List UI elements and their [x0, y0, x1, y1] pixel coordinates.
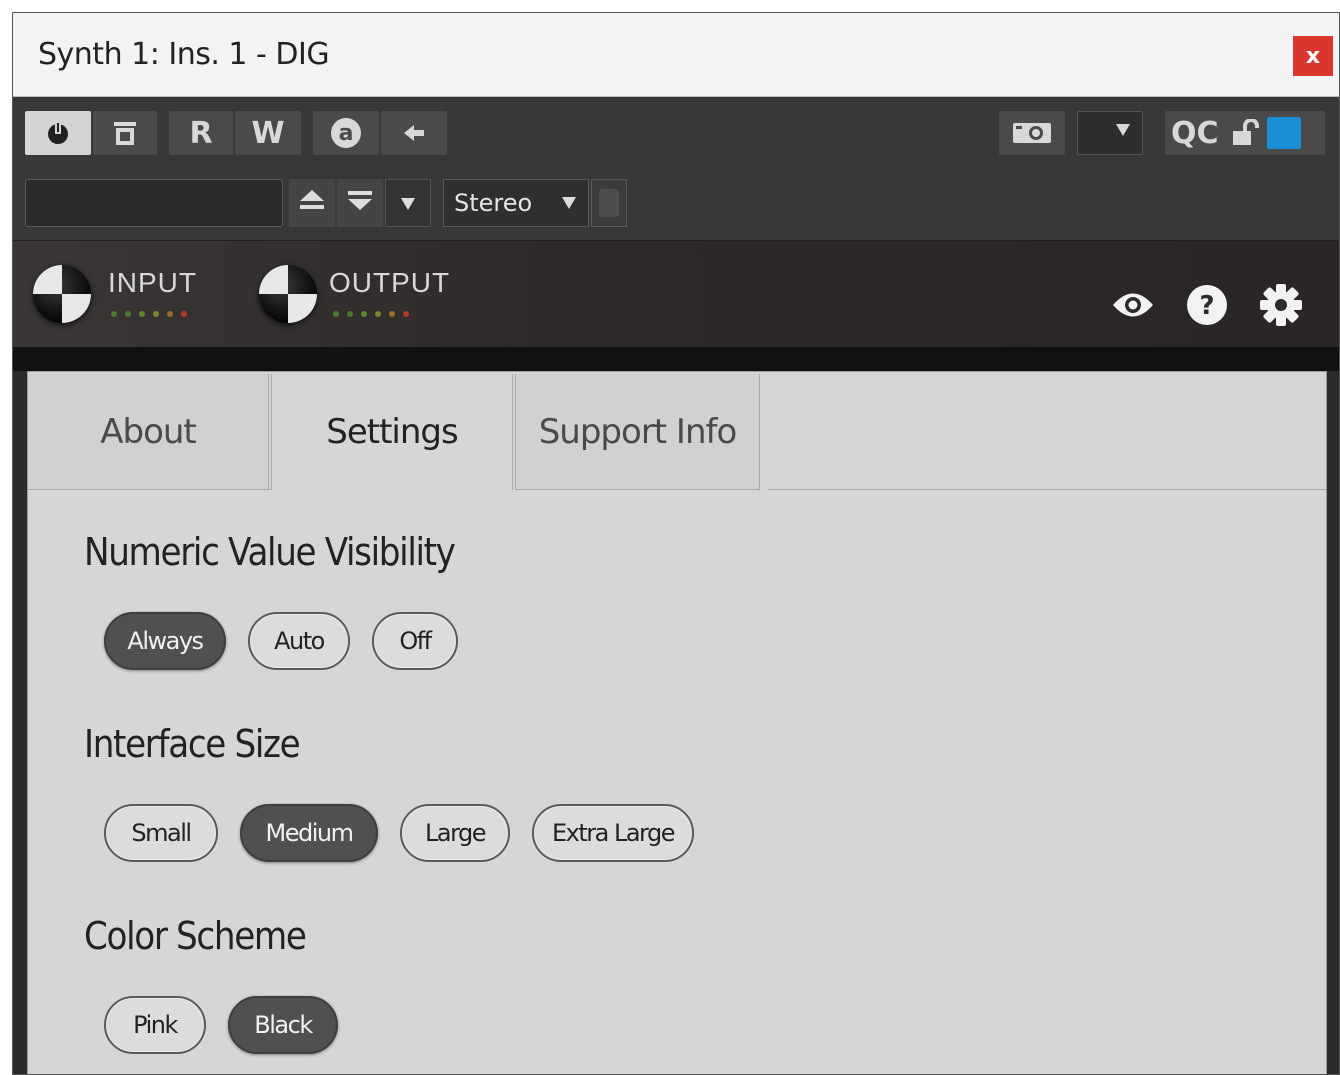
arrow-left-icon: [402, 123, 426, 143]
arrow-down-icon: [346, 188, 374, 219]
arrow-up-icon: [298, 188, 326, 219]
tab-support-info[interactable]: Support Info: [516, 374, 760, 490]
bypass-button[interactable]: [93, 111, 157, 155]
close-button[interactable]: x: [1293, 36, 1333, 76]
preset-dropdown-button[interactable]: [1077, 111, 1143, 155]
chevron-down-icon: [1116, 124, 1130, 136]
size-large-option[interactable]: Large: [400, 804, 510, 862]
preset-name-field[interactable]: [25, 179, 283, 227]
camera-icon: [1012, 121, 1052, 145]
chevron-down-icon: [401, 189, 415, 217]
host-toolbar: R W a QC Stereo: [13, 97, 1339, 241]
gear-icon[interactable]: [1257, 281, 1305, 329]
meter-led: [125, 311, 131, 317]
tab-bar-rule: [768, 489, 1326, 490]
meter-led: [389, 311, 395, 317]
interface-size-title: Interface Size: [84, 722, 301, 766]
automation-button[interactable]: a: [313, 111, 379, 155]
meter-led: [167, 311, 173, 317]
meter-led: [403, 311, 409, 317]
output-mode-label: Stereo: [454, 189, 533, 217]
eye-icon[interactable]: [1109, 281, 1157, 329]
numeric-auto-option[interactable]: Auto: [248, 612, 350, 670]
meter-led: [181, 311, 187, 317]
plugin-window: Synth 1: Ins. 1 - DIG x R W a QC Stereo …: [12, 12, 1340, 1075]
meter-led: [333, 311, 339, 317]
meter-led: [153, 311, 159, 317]
color-pink-option[interactable]: Pink: [104, 996, 206, 1054]
numeric-off-option[interactable]: Off: [372, 612, 458, 670]
tab-bar: About Settings Support Info: [28, 372, 1326, 490]
color-black-option[interactable]: Black: [228, 996, 338, 1054]
settings-panel: About Settings Support Info Numeric Valu…: [27, 371, 1327, 1074]
window-title: Synth 1: Ins. 1 - DIG: [38, 37, 330, 72]
output-knob[interactable]: [259, 265, 317, 323]
title-bar: Synth 1: Ins. 1 - DIG x: [13, 13, 1339, 97]
svg-text:a: a: [339, 121, 354, 146]
back-button[interactable]: [381, 111, 447, 155]
meter-led: [375, 311, 381, 317]
qc-button[interactable]: QC: [1171, 116, 1219, 151]
read-automation-button[interactable]: R: [169, 111, 233, 155]
automation-a-icon: a: [330, 117, 362, 149]
color-swatch[interactable]: [1266, 117, 1301, 149]
write-automation-button[interactable]: W: [235, 111, 301, 155]
output-mode-select[interactable]: Stereo: [443, 179, 589, 227]
preset-menu-button[interactable]: [385, 179, 431, 227]
svg-text:?: ?: [1199, 291, 1214, 321]
snapshot-button[interactable]: [999, 111, 1065, 155]
numeric-always-option[interactable]: Always: [104, 612, 226, 670]
bypass-icon: [112, 120, 138, 146]
numeric-visibility-title: Numeric Value Visibility: [84, 530, 456, 574]
tab-about[interactable]: About: [28, 374, 272, 490]
qc-group: QC: [1165, 111, 1325, 155]
input-meter: [111, 311, 187, 317]
plugin-header: INPUT OUTPUT ?: [13, 241, 1339, 347]
meter-led: [361, 311, 367, 317]
previous-preset-button[interactable]: [289, 179, 335, 227]
output-meter: [333, 311, 409, 317]
header-divider: [13, 347, 1339, 371]
input-knob[interactable]: [33, 265, 91, 323]
power-button[interactable]: [25, 111, 91, 155]
size-medium-option[interactable]: Medium: [240, 804, 378, 862]
tab-settings[interactable]: Settings: [272, 374, 516, 490]
meter-led: [347, 311, 353, 317]
size-extra-large-option[interactable]: Extra Large: [532, 804, 694, 862]
side-chain-toggle[interactable]: [591, 179, 627, 227]
meter-led: [139, 311, 145, 317]
output-label: OUTPUT: [329, 267, 451, 298]
input-label: INPUT: [108, 267, 197, 298]
unlock-icon[interactable]: [1231, 119, 1261, 147]
help-icon[interactable]: ?: [1183, 281, 1231, 329]
color-scheme-title: Color Scheme: [84, 914, 307, 958]
meter-led: [111, 311, 117, 317]
power-icon: [45, 120, 71, 146]
size-small-option[interactable]: Small: [104, 804, 218, 862]
next-preset-button[interactable]: [337, 179, 383, 227]
chevron-down-icon: [562, 190, 576, 214]
